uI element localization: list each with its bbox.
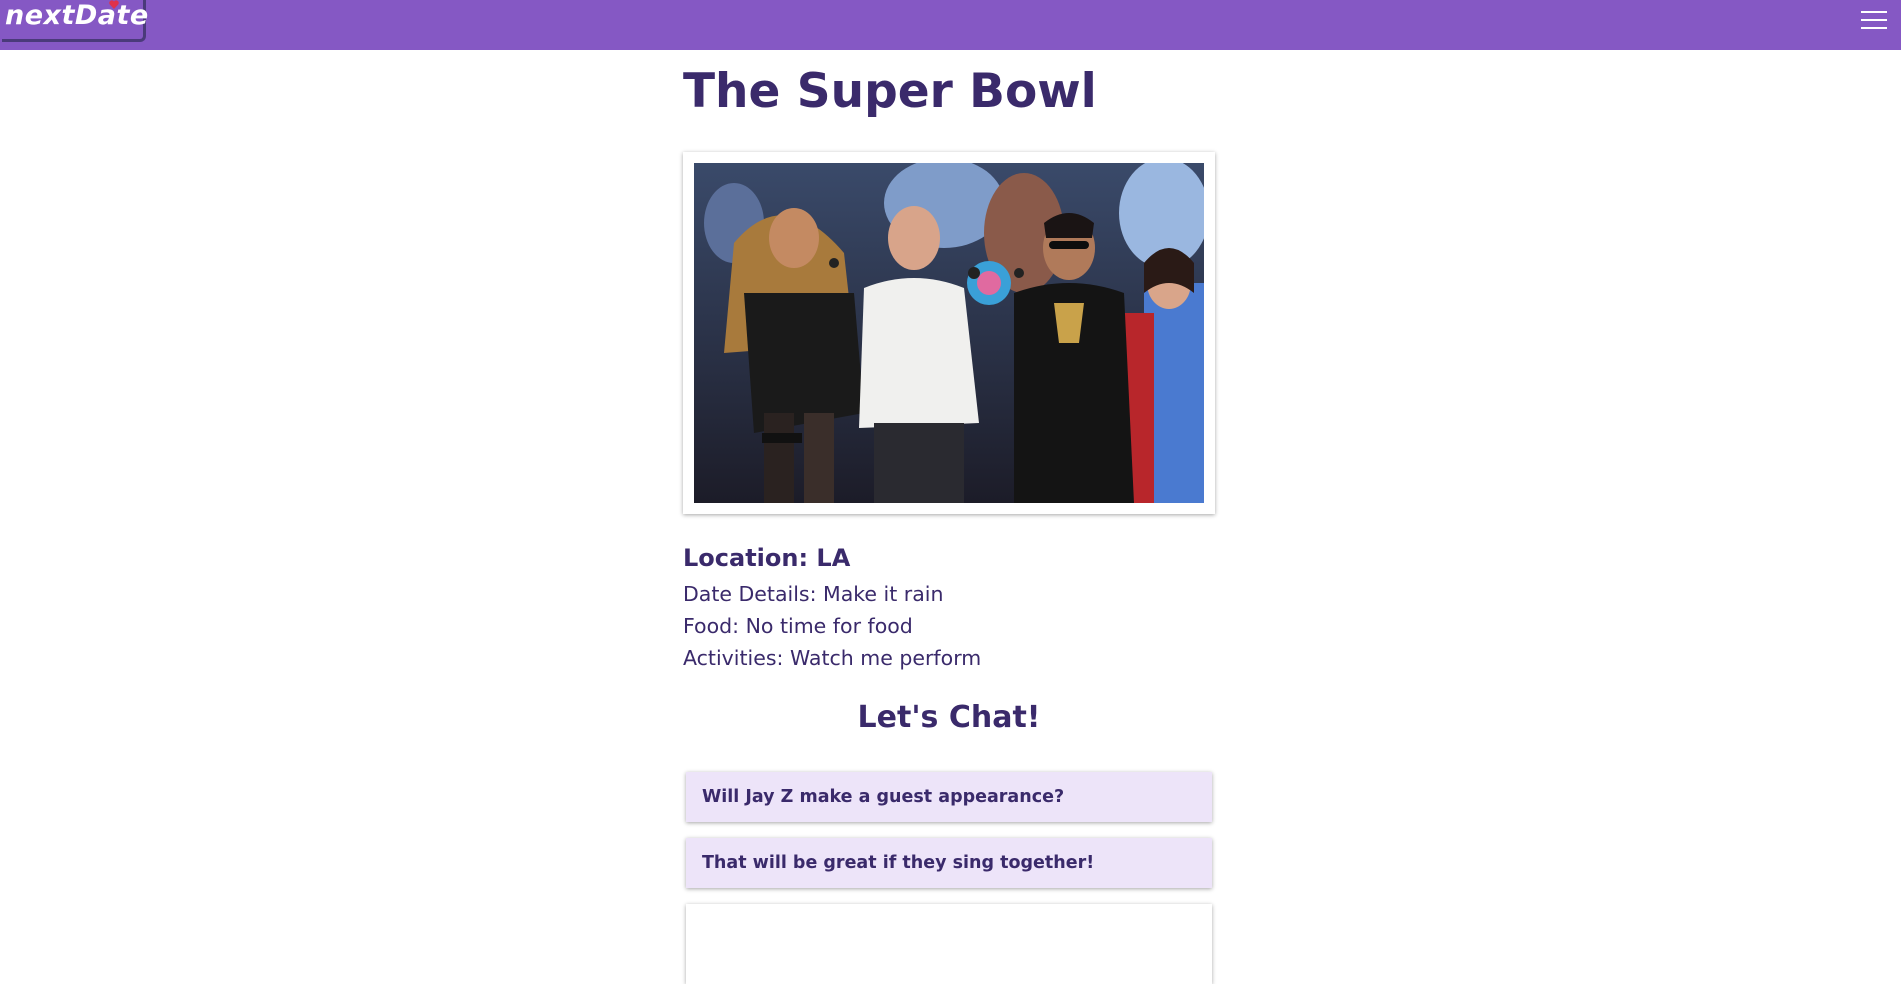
top-navbar: nextDate [0, 0, 1901, 50]
heart-icon [109, 0, 119, 9]
date-photo-card [683, 152, 1215, 514]
location-heading: Location: LA [683, 544, 851, 572]
brand-name: nextDate [5, 0, 149, 31]
food-text: Food: No time for food [683, 614, 913, 638]
activities-text: Activities: Watch me perform [683, 646, 982, 670]
page-title: The Super Bowl [683, 64, 1097, 119]
chat-title: Let's Chat! [857, 700, 1041, 735]
chat-message: Will Jay Z make a guest appearance? [686, 772, 1212, 822]
brand-logo[interactable]: nextDate [2, 0, 149, 42]
chat-message: That will be great if they sing together… [686, 838, 1212, 888]
date-photo [694, 163, 1204, 503]
chat-input-box[interactable] [686, 904, 1212, 984]
hamburger-menu-icon[interactable] [1861, 11, 1887, 33]
date-details-text: Date Details: Make it rain [683, 582, 944, 606]
concert-photo-illustration [694, 163, 1204, 503]
date-info: Location: LA Date Details: Make it rain … [683, 544, 981, 674]
